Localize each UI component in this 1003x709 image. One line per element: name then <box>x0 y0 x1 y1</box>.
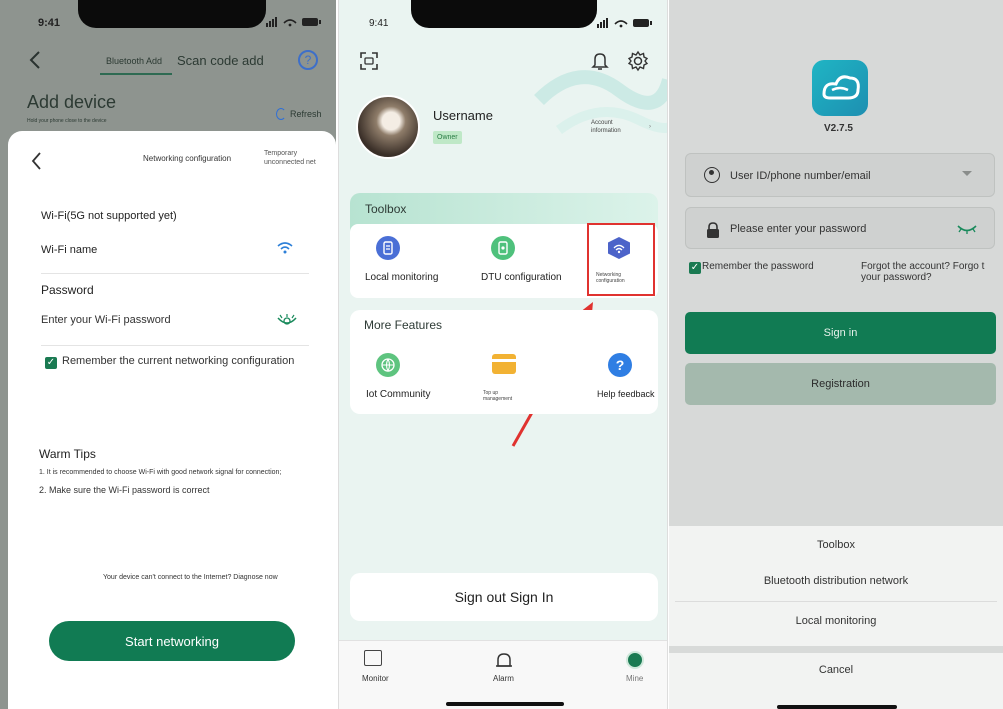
user-icon <box>704 167 720 183</box>
eye-icon[interactable] <box>276 313 298 327</box>
sheet-back-icon[interactable] <box>30 151 44 171</box>
forgot-password-link[interactable]: Forgot the account? Forgo t your passwor… <box>861 261 996 283</box>
divider <box>675 601 997 602</box>
alarm-nav-icon[interactable] <box>495 651 513 674</box>
app-version: V2.7.5 <box>824 123 853 134</box>
wifi-password-input[interactable]: Enter your Wi-Fi password <box>41 314 171 326</box>
feature-label[interactable]: Top up management <box>483 390 523 402</box>
sheet-title: Networking configuration <box>143 154 232 163</box>
start-networking-button[interactable]: Start networking <box>49 621 295 661</box>
login-screen: V2.7.5 User ID/phone number/email Please… <box>669 0 1003 709</box>
networking-sheet: Networking configuration Temporary uncon… <box>8 131 336 709</box>
user-id-input[interactable]: User ID/phone number/email <box>730 170 871 182</box>
tool-label[interactable]: DTU configuration <box>481 272 562 283</box>
lock-icon <box>705 222 721 243</box>
phone-notch <box>411 0 597 28</box>
top-up-icon[interactable] <box>492 354 516 374</box>
mine-screen: 9:41 Username Owner Account information … <box>338 0 668 709</box>
sheet-item-bluetooth[interactable]: Bluetooth distribution network <box>669 575 1003 587</box>
sign-out-button[interactable]: Sign out Sign In <box>350 573 658 621</box>
back-icon[interactable] <box>28 50 44 70</box>
mine-nav-icon[interactable] <box>626 651 644 669</box>
tip-2: 2. Make sure the Wi-Fi password is corre… <box>39 485 210 495</box>
registration-label: Registration <box>811 378 870 390</box>
avatar[interactable] <box>356 95 420 159</box>
username: Username <box>433 108 493 123</box>
status-time: 9:41 <box>369 18 389 29</box>
phone-notch <box>78 0 266 28</box>
signal-wifi-battery-icon <box>597 18 652 28</box>
status-time: 9:41 <box>38 17 61 29</box>
chevron-down-icon[interactable] <box>962 171 972 176</box>
app-logo <box>812 60 868 116</box>
card-stripe <box>492 359 516 362</box>
home-indicator <box>777 705 897 709</box>
remember-password-checkbox[interactable]: ✓ <box>689 262 701 274</box>
scan-icon[interactable] <box>359 51 379 76</box>
temporary-net-link[interactable]: Temporary unconnected net <box>264 149 324 167</box>
cancel-button[interactable]: Cancel <box>669 664 1003 676</box>
sheet-item-toolbox[interactable]: Toolbox <box>669 539 1003 551</box>
sign-in-button[interactable]: Sign in <box>685 312 996 354</box>
tab-bluetooth-add[interactable]: Bluetooth Add <box>106 56 162 66</box>
gear-icon[interactable] <box>627 50 649 77</box>
status-icons <box>264 15 324 29</box>
wifi-icon[interactable] <box>276 241 294 255</box>
diagnose-link[interactable]: Your device can't connect to the Interne… <box>103 574 278 581</box>
wifi-note: Wi-Fi(5G not supported yet) <box>41 210 177 222</box>
page-hint: Hold your phone close to the device <box>27 118 107 124</box>
account-chevron-icon[interactable]: › <box>649 124 651 130</box>
divider <box>41 273 309 274</box>
sheet-separator <box>669 646 1003 653</box>
tips-title: Warm Tips <box>39 447 96 461</box>
sign-out-label: Sign out Sign In <box>454 589 554 605</box>
user-icon-head <box>709 170 714 175</box>
tool-label[interactable]: Networking configuration <box>596 272 636 284</box>
refresh-icon[interactable] <box>276 108 286 120</box>
networking-highlight-box <box>587 223 655 296</box>
registration-button[interactable]: Registration <box>685 363 996 405</box>
more-features-title: More Features <box>364 318 443 332</box>
sheet-item-local-monitoring[interactable]: Local monitoring <box>669 615 1003 627</box>
divider <box>41 345 309 346</box>
nav-monitor[interactable]: Monitor <box>362 674 389 683</box>
remember-config-checkbox[interactable]: ✓ <box>45 357 57 369</box>
tab-scan-code-add[interactable]: Scan code add <box>177 53 264 68</box>
iot-community-icon[interactable] <box>376 353 400 377</box>
wifi-name-field[interactable]: Wi-Fi name <box>41 244 97 256</box>
account-info-link[interactable]: Account information <box>591 119 635 135</box>
tip-1: 1. It is recommended to choose Wi-Fi wit… <box>39 469 282 476</box>
local-monitoring-icon[interactable] <box>376 236 400 260</box>
nav-alarm[interactable]: Alarm <box>493 674 514 683</box>
remember-config-label: Remember the current networking configur… <box>62 355 295 367</box>
password-input[interactable]: Please enter your password <box>730 223 866 235</box>
page-title: Add device <box>27 92 117 112</box>
help-feedback-icon[interactable]: ? <box>608 353 632 377</box>
remember-password-label: Remember the password <box>702 261 814 272</box>
toolbox-title: Toolbox <box>365 202 407 216</box>
sign-in-label: Sign in <box>823 327 858 339</box>
monitor-nav-icon[interactable] <box>364 650 382 666</box>
password-label: Password <box>41 283 94 297</box>
eye-closed-icon[interactable] <box>956 222 978 240</box>
bell-icon[interactable] <box>591 51 609 76</box>
help-glyph: ? <box>304 53 312 67</box>
tool-label[interactable]: Local monitoring <box>365 272 438 283</box>
dtu-configuration-icon[interactable] <box>491 236 515 260</box>
status-icons <box>595 16 657 35</box>
tab-underline <box>100 73 172 75</box>
home-indicator <box>446 702 564 706</box>
signal-wifi-battery-icon <box>266 17 321 27</box>
feature-label[interactable]: Iot Community <box>366 389 430 400</box>
feature-label[interactable]: Help feedback <box>597 389 655 399</box>
role-badge: Owner <box>433 131 462 144</box>
refresh-button[interactable]: Refresh <box>290 109 322 119</box>
help-icon[interactable]: ? <box>298 50 318 70</box>
nav-mine[interactable]: Mine <box>626 674 643 683</box>
networking-config-screen: 9:41 Bluetooth Add Scan code add ? Add d… <box>0 0 336 709</box>
